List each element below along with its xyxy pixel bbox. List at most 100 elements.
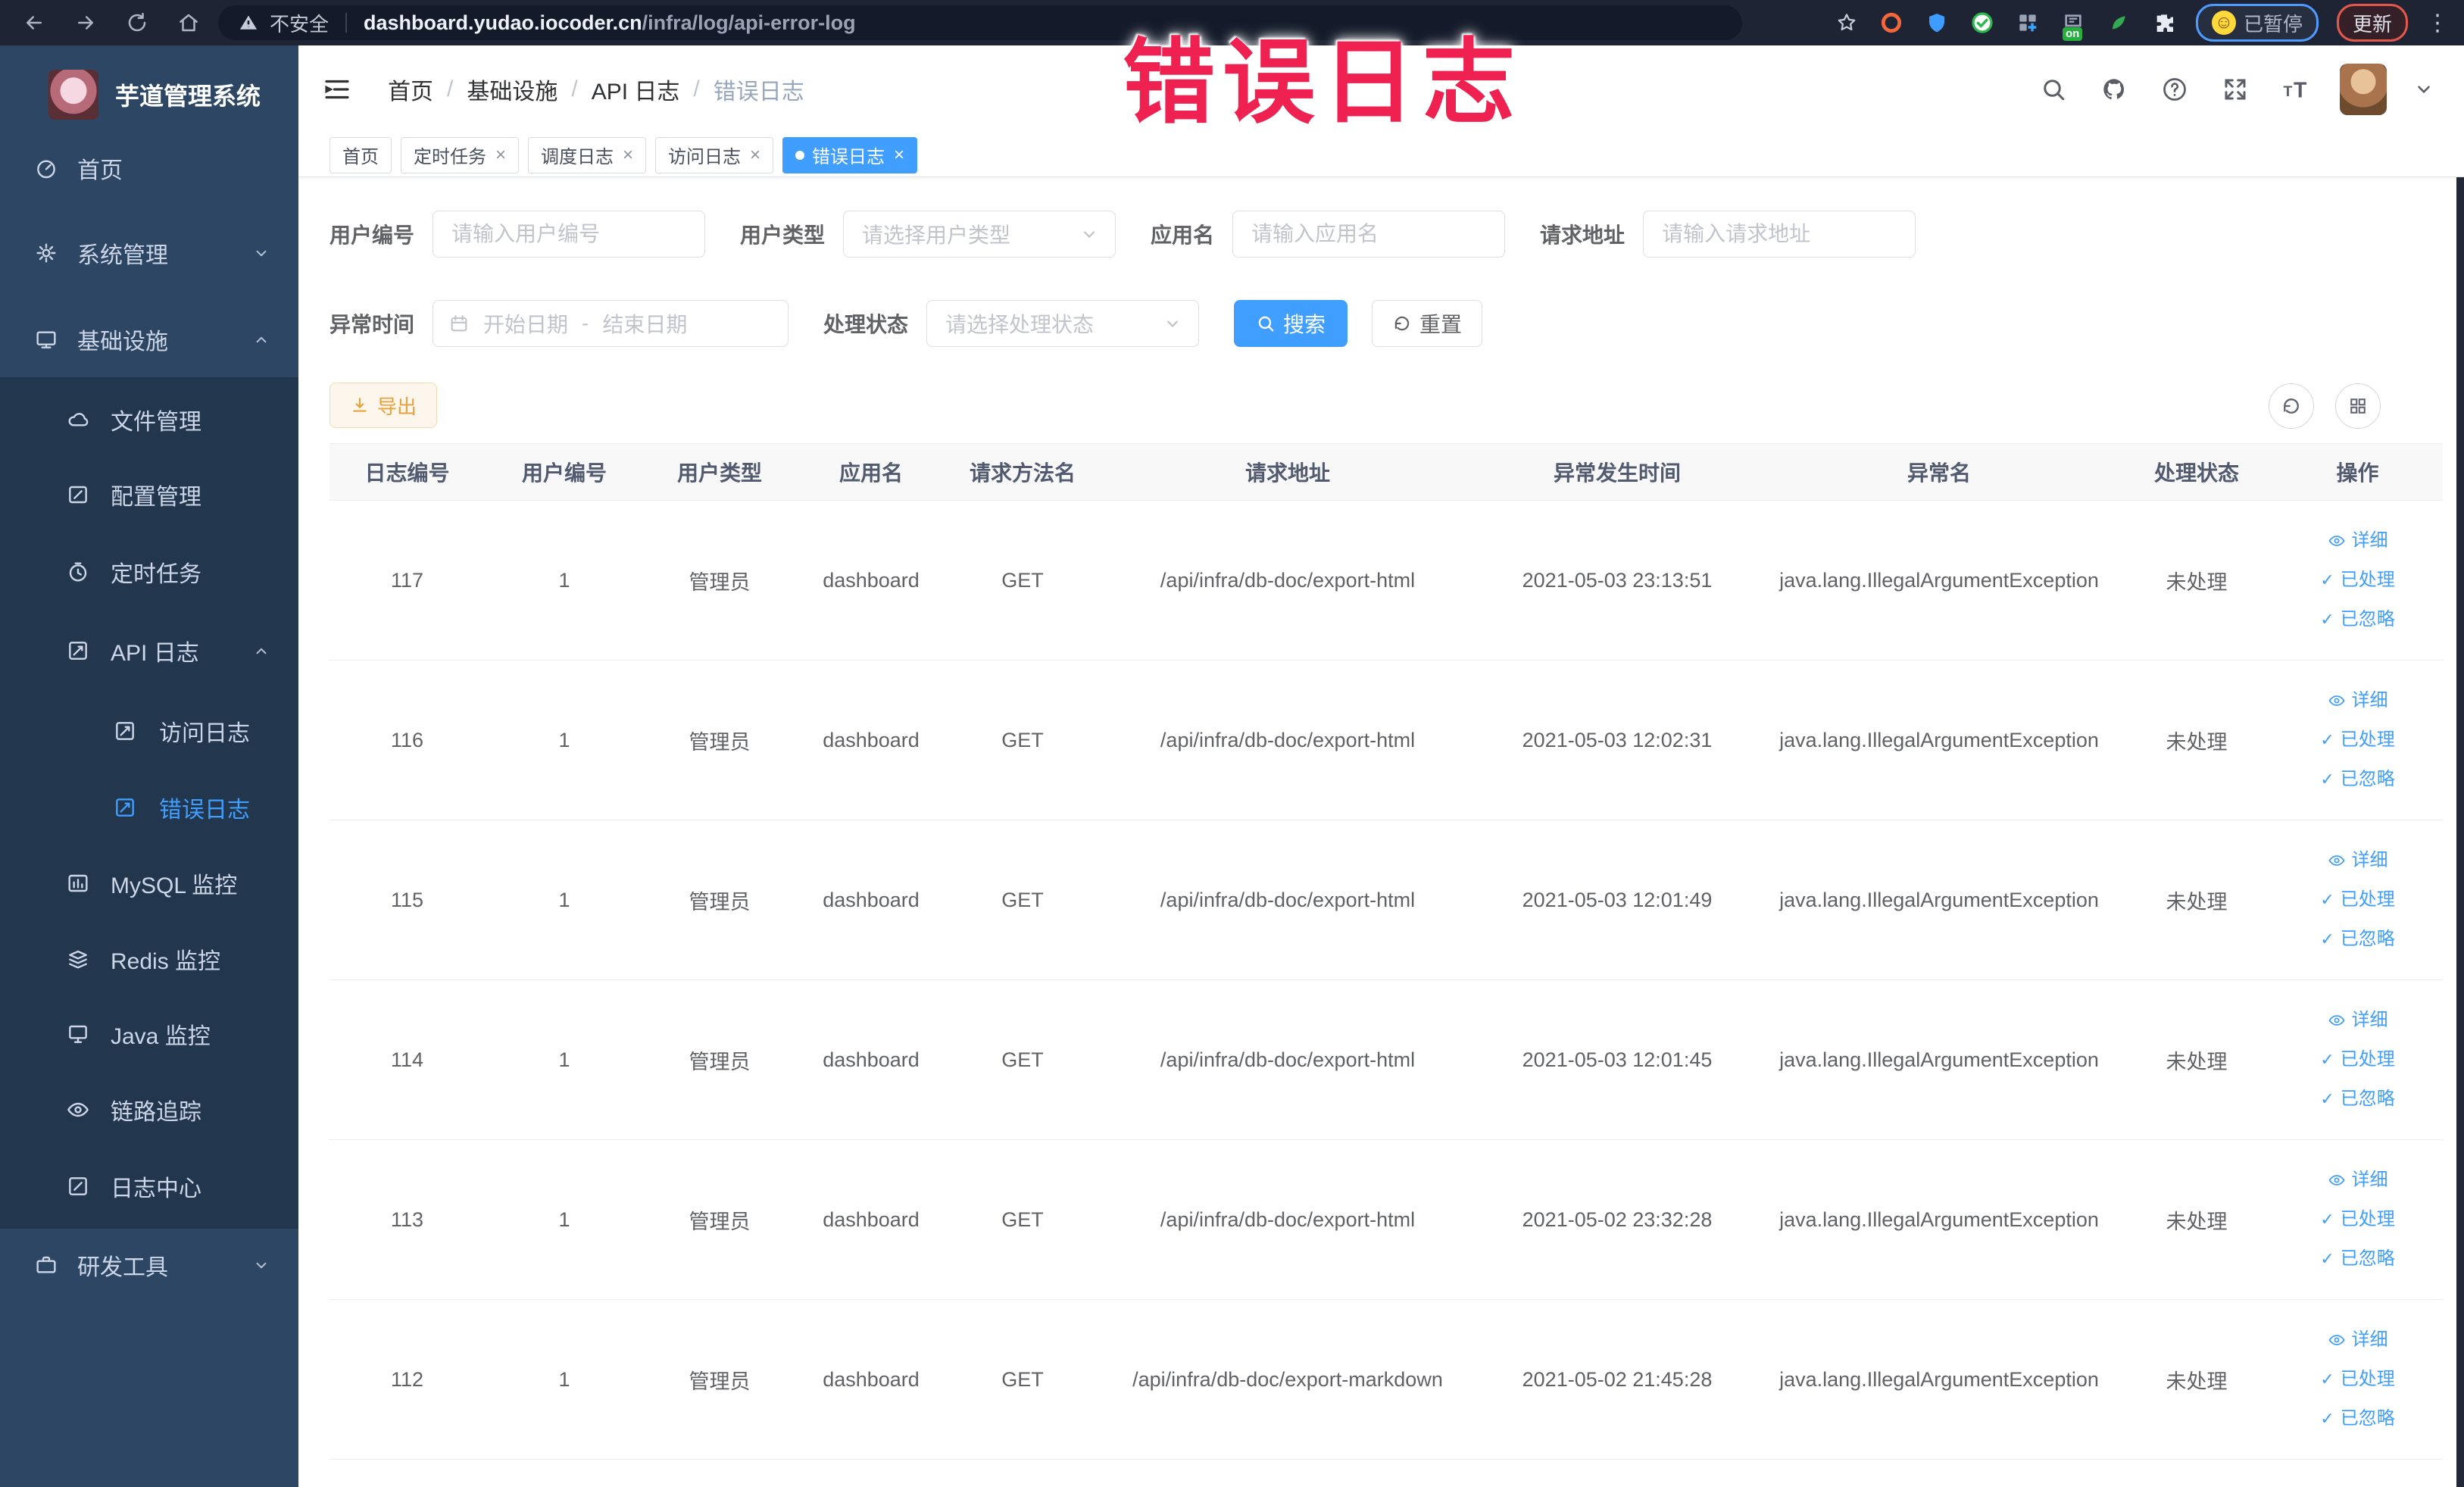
- extension-green-check-icon[interactable]: [1969, 9, 1996, 36]
- user-type-cell: 管理员: [644, 1139, 795, 1300]
- action-detail[interactable]: 详细: [2278, 1001, 2437, 1040]
- export-button[interactable]: 导出: [329, 383, 438, 428]
- url-text[interactable]: dashboard.yudao.iocoder.cn/infra/log/api…: [364, 11, 856, 35]
- check-icon: ✓: [2320, 770, 2334, 789]
- tag-item[interactable]: 首页: [329, 136, 392, 173]
- reset-button[interactable]: 重置: [1372, 300, 1483, 347]
- sidebar-item[interactable]: 首页: [0, 130, 298, 206]
- action-ignored[interactable]: ✓ 已忽略: [2278, 1239, 2437, 1279]
- action-ignored[interactable]: ✓ 已忽略: [2278, 1399, 2437, 1439]
- page-content: 用户编号 用户类型 请选择用户类型 应用名 请求地址 异常时间: [298, 177, 2464, 1487]
- breadcrumb: 首页 / 基础设施 / API 日志 / 错误日志: [388, 73, 804, 106]
- browser-menu-icon[interactable]: ⋮: [2426, 10, 2449, 36]
- extension-orange-ring-icon[interactable]: [1878, 9, 1905, 36]
- bookmark-star-icon[interactable]: [1834, 10, 1860, 36]
- filter-label: 用户类型: [740, 223, 826, 247]
- search-button[interactable]: 搜索: [1234, 300, 1348, 347]
- check-icon: ✓: [2320, 610, 2334, 629]
- action-ignored[interactable]: ✓ 已忽略: [2278, 600, 2437, 639]
- action-detail[interactable]: 详细: [2278, 681, 2437, 720]
- action-processed[interactable]: ✓ 已处理: [2278, 1200, 2437, 1239]
- hamburger-icon[interactable]: [321, 73, 353, 105]
- method-cell: GET: [947, 660, 1098, 820]
- sidebar-item[interactable]: 定时任务: [0, 534, 298, 610]
- date-range-picker[interactable]: 开始日期 - 结束日期: [433, 300, 789, 347]
- tag-label: 访问日志: [668, 147, 742, 167]
- update-button[interactable]: 更新: [2336, 4, 2408, 42]
- sidebar-item[interactable]: Java 监控: [0, 996, 298, 1072]
- profile-paused-pill[interactable]: ☺ 已暂停: [2195, 4, 2319, 42]
- sidebar-item[interactable]: 系统管理: [0, 215, 298, 291]
- page-scrollbar[interactable]: [2456, 45, 2464, 1487]
- extensions-puzzle-icon[interactable]: [2150, 9, 2178, 36]
- sidebar-item-label: MySQL 监控: [111, 873, 238, 898]
- process-status-select[interactable]: 请选择处理状态: [926, 300, 1200, 347]
- sidebar-item[interactable]: 研发工具: [0, 1227, 298, 1303]
- action-detail[interactable]: 详细: [2278, 1161, 2437, 1200]
- log-id-cell: 116: [329, 660, 485, 820]
- sidebar-item[interactable]: 文件管理: [0, 382, 298, 458]
- sidebar-item[interactable]: 访问日志: [0, 693, 298, 769]
- home-icon[interactable]: [176, 10, 201, 36]
- extension-blue-shield-icon[interactable]: [1923, 9, 1950, 36]
- tag-item[interactable]: 访问日志 ×: [655, 136, 774, 173]
- action-detail[interactable]: 详细: [2278, 1320, 2437, 1360]
- user-type-select[interactable]: 请选择用户类型: [843, 211, 1116, 258]
- extension-on-badge-icon[interactable]: on: [2060, 9, 2087, 41]
- user-avatar[interactable]: [2340, 64, 2387, 115]
- column-settings-button[interactable]: [2335, 383, 2381, 429]
- action-processed[interactable]: ✓ 已处理: [2278, 1360, 2437, 1399]
- help-icon[interactable]: [2158, 73, 2191, 106]
- request-url-input[interactable]: [1643, 211, 1916, 258]
- sidebar-item[interactable]: 基础设施: [0, 301, 298, 377]
- action-label: 已处理: [2340, 729, 2395, 750]
- tag-active[interactable]: 错误日志 ×: [782, 136, 918, 173]
- font-size-icon[interactable]: TT: [2279, 73, 2313, 106]
- sidebar-item[interactable]: 日志中心: [0, 1148, 298, 1224]
- close-icon[interactable]: ×: [750, 145, 760, 166]
- app-logo[interactable]: 芋道管理系统: [0, 45, 298, 144]
- reload-icon[interactable]: [124, 10, 150, 36]
- refresh-circle-button[interactable]: [2269, 383, 2314, 429]
- tag-item[interactable]: 定时任务 ×: [401, 136, 520, 173]
- sidebar-item[interactable]: 链路追踪: [0, 1072, 298, 1148]
- eye-icon: [2328, 532, 2346, 550]
- close-icon[interactable]: ×: [495, 145, 506, 166]
- action-processed[interactable]: ✓ 已处理: [2278, 1040, 2437, 1079]
- security-label[interactable]: 不安全: [270, 9, 329, 37]
- breadcrumb-item[interactable]: 首页: [388, 73, 433, 106]
- close-icon[interactable]: ×: [894, 145, 904, 166]
- app-name-input[interactable]: [1232, 211, 1506, 258]
- action-processed[interactable]: ✓ 已处理: [2278, 720, 2437, 760]
- extension-leaf-icon[interactable]: [2105, 9, 2132, 36]
- sidebar-item[interactable]: 配置管理: [0, 457, 298, 533]
- caret-down-icon[interactable]: [2414, 80, 2434, 99]
- breadcrumb-separator: /: [571, 77, 578, 102]
- action-processed[interactable]: ✓ 已处理: [2278, 880, 2437, 920]
- action-ignored[interactable]: ✓ 已忽略: [2278, 1079, 2437, 1119]
- github-icon[interactable]: [2097, 73, 2131, 106]
- breadcrumb-item[interactable]: API 日志: [592, 73, 680, 106]
- actions-cell: 详细 ✓ 已处理 ✓ 已忽略: [2272, 979, 2443, 1140]
- close-icon[interactable]: ×: [623, 145, 633, 166]
- sidebar-item[interactable]: API 日志: [0, 613, 298, 689]
- sidebar-item[interactable]: 错误日志: [0, 770, 298, 845]
- actions-cell: 详细 ✓ 已处理 ✓ 已忽略: [2272, 1299, 2443, 1460]
- forward-icon[interactable]: [73, 10, 98, 36]
- sidebar-item[interactable]: Redis 监控: [0, 921, 298, 997]
- search-icon[interactable]: [2037, 73, 2070, 106]
- action-detail[interactable]: 详细: [2278, 841, 2437, 880]
- extension-grid-icon[interactable]: [2014, 9, 2041, 36]
- breadcrumb-item[interactable]: 基础设施: [467, 73, 557, 106]
- back-icon[interactable]: [21, 10, 47, 36]
- action-detail[interactable]: 详细: [2278, 521, 2437, 561]
- actions-cell: 详细 ✓ 已处理 ✓ 已忽略: [2272, 1139, 2443, 1300]
- user-id-cell: 1: [485, 979, 644, 1140]
- action-processed[interactable]: ✓ 已处理: [2278, 561, 2437, 600]
- sidebar-item[interactable]: MySQL 监控: [0, 845, 298, 921]
- action-ignored[interactable]: ✓ 已忽略: [2278, 920, 2437, 959]
- action-ignored[interactable]: ✓ 已忽略: [2278, 760, 2437, 799]
- tag-item[interactable]: 调度日志 ×: [528, 136, 647, 173]
- user-id-input[interactable]: [433, 211, 706, 258]
- fullscreen-icon[interactable]: [2219, 73, 2252, 106]
